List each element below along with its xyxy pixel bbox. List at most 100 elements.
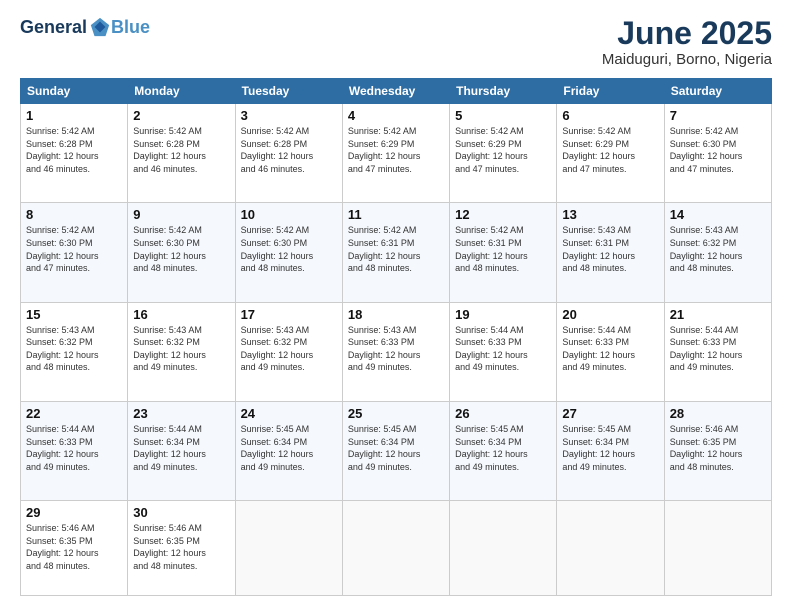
logo-general: General: [20, 17, 87, 38]
day-info: Sunrise: 5:44 AM Sunset: 6:33 PM Dayligh…: [670, 324, 766, 374]
day-number: 24: [241, 406, 337, 421]
day-number: 5: [455, 108, 551, 123]
day-info: Sunrise: 5:42 AM Sunset: 6:28 PM Dayligh…: [241, 125, 337, 175]
day-number: 6: [562, 108, 658, 123]
day-info: Sunrise: 5:44 AM Sunset: 6:33 PM Dayligh…: [26, 423, 122, 473]
day-info: Sunrise: 5:46 AM Sunset: 6:35 PM Dayligh…: [670, 423, 766, 473]
day-info: Sunrise: 5:43 AM Sunset: 6:32 PM Dayligh…: [26, 324, 122, 374]
day-info: Sunrise: 5:45 AM Sunset: 6:34 PM Dayligh…: [348, 423, 444, 473]
day-number: 25: [348, 406, 444, 421]
table-row: 13Sunrise: 5:43 AM Sunset: 6:31 PM Dayli…: [557, 203, 664, 302]
table-row: 1 Sunrise: 5:42 AM Sunset: 6:28 PM Daylig…: [21, 104, 128, 203]
day-number: 26: [455, 406, 551, 421]
table-row: 16 Sunrise: 5:43 AM Sunset: 6:32 PM Dayli…: [128, 302, 235, 401]
day-info: Sunrise: 5:42 AM Sunset: 6:31 PM Dayligh…: [455, 224, 551, 274]
day-info: Sunrise: 5:42 AM Sunset: 6:30 PM Dayligh…: [133, 224, 229, 274]
table-row: 27 Sunrise: 5:45 AM Sunset: 6:34 PM Dayli…: [557, 401, 664, 500]
table-row: 17 Sunrise: 5:43 AM Sunset: 6:32 PM Dayli…: [235, 302, 342, 401]
day-number: 17: [241, 307, 337, 322]
table-row: 2 Sunrise: 5:42 AM Sunset: 6:28 PM Daylig…: [128, 104, 235, 203]
day-number: 1: [26, 108, 122, 123]
table-row: 3 Sunrise: 5:42 AM Sunset: 6:28 PM Daylig…: [235, 104, 342, 203]
day-number: 29: [26, 505, 122, 520]
table-row: 22Sunrise: 5:44 AM Sunset: 6:33 PM Dayli…: [21, 401, 128, 500]
table-row: 28 Sunrise: 5:46 AM Sunset: 6:35 PM Dayli…: [664, 401, 771, 500]
table-row: [664, 501, 771, 596]
day-info: Sunrise: 5:43 AM Sunset: 6:32 PM Dayligh…: [133, 324, 229, 374]
day-number: 11: [348, 207, 444, 222]
table-row: 24 Sunrise: 5:45 AM Sunset: 6:34 PM Dayli…: [235, 401, 342, 500]
logo-blue: Blue: [111, 17, 150, 38]
day-info: Sunrise: 5:45 AM Sunset: 6:34 PM Dayligh…: [562, 423, 658, 473]
day-number: 3: [241, 108, 337, 123]
day-number: 27: [562, 406, 658, 421]
day-info: Sunrise: 5:45 AM Sunset: 6:34 PM Dayligh…: [241, 423, 337, 473]
day-info: Sunrise: 5:43 AM Sunset: 6:32 PM Dayligh…: [670, 224, 766, 274]
day-info: Sunrise: 5:42 AM Sunset: 6:28 PM Dayligh…: [133, 125, 229, 175]
table-row: [235, 501, 342, 596]
day-number: 14: [670, 207, 766, 222]
table-row: 20 Sunrise: 5:44 AM Sunset: 6:33 PM Dayli…: [557, 302, 664, 401]
day-info: Sunrise: 5:44 AM Sunset: 6:33 PM Dayligh…: [562, 324, 658, 374]
day-info: Sunrise: 5:45 AM Sunset: 6:34 PM Dayligh…: [455, 423, 551, 473]
table-row: 29 Sunrise: 5:46 AM Sunset: 6:35 PM Dayli…: [21, 501, 128, 596]
logo-icon: [89, 16, 111, 38]
table-row: 10 Sunrise: 5:42 AM Sunset: 6:30 PM Dayli…: [235, 203, 342, 302]
day-number: 20: [562, 307, 658, 322]
day-number: 19: [455, 307, 551, 322]
table-row: 23 Sunrise: 5:44 AM Sunset: 6:34 PM Dayli…: [128, 401, 235, 500]
day-number: 8: [26, 207, 122, 222]
day-number: 2: [133, 108, 229, 123]
table-row: 6 Sunrise: 5:42 AM Sunset: 6:29 PM Daylig…: [557, 104, 664, 203]
day-info: Sunrise: 5:42 AM Sunset: 6:29 PM Dayligh…: [562, 125, 658, 175]
table-row: 30 Sunrise: 5:46 AM Sunset: 6:35 PM Dayli…: [128, 501, 235, 596]
day-number: 30: [133, 505, 229, 520]
day-info: Sunrise: 5:43 AM Sunset: 6:33 PM Dayligh…: [348, 324, 444, 374]
day-number: 10: [241, 207, 337, 222]
day-info: Sunrise: 5:44 AM Sunset: 6:33 PM Dayligh…: [455, 324, 551, 374]
table-row: 11Sunrise: 5:42 AM Sunset: 6:31 PM Dayli…: [342, 203, 449, 302]
day-info: Sunrise: 5:42 AM Sunset: 6:30 PM Dayligh…: [241, 224, 337, 274]
logo: General Blue: [20, 16, 150, 38]
table-row: 26 Sunrise: 5:45 AM Sunset: 6:34 PM Dayli…: [450, 401, 557, 500]
day-info: Sunrise: 5:42 AM Sunset: 6:30 PM Dayligh…: [26, 224, 122, 274]
col-tuesday: Tuesday: [235, 79, 342, 104]
col-wednesday: Wednesday: [342, 79, 449, 104]
col-monday: Monday: [128, 79, 235, 104]
table-row: [557, 501, 664, 596]
table-row: 5 Sunrise: 5:42 AM Sunset: 6:29 PM Daylig…: [450, 104, 557, 203]
table-row: 25 Sunrise: 5:45 AM Sunset: 6:34 PM Dayli…: [342, 401, 449, 500]
title-block: June 2025 Maiduguri, Borno, Nigeria: [602, 16, 772, 68]
day-info: Sunrise: 5:46 AM Sunset: 6:35 PM Dayligh…: [133, 522, 229, 572]
day-number: 13: [562, 207, 658, 222]
location-title: Maiduguri, Borno, Nigeria: [602, 51, 772, 68]
day-number: 28: [670, 406, 766, 421]
table-row: 15Sunrise: 5:43 AM Sunset: 6:32 PM Dayli…: [21, 302, 128, 401]
table-row: [342, 501, 449, 596]
table-row: 4Sunrise: 5:42 AM Sunset: 6:29 PM Daylig…: [342, 104, 449, 203]
logo-text: General Blue: [20, 16, 150, 38]
day-number: 7: [670, 108, 766, 123]
calendar-header-row: Sunday Monday Tuesday Wednesday Thursday…: [21, 79, 772, 104]
table-row: 21 Sunrise: 5:44 AM Sunset: 6:33 PM Dayli…: [664, 302, 771, 401]
day-info: Sunrise: 5:43 AM Sunset: 6:32 PM Dayligh…: [241, 324, 337, 374]
table-row: [450, 501, 557, 596]
header: General Blue June 2025 Maiduguri, Borno, …: [20, 16, 772, 68]
day-number: 9: [133, 207, 229, 222]
page: General Blue June 2025 Maiduguri, Borno, …: [0, 0, 792, 612]
day-info: Sunrise: 5:44 AM Sunset: 6:34 PM Dayligh…: [133, 423, 229, 473]
col-saturday: Saturday: [664, 79, 771, 104]
col-thursday: Thursday: [450, 79, 557, 104]
day-number: 12: [455, 207, 551, 222]
day-number: 23: [133, 406, 229, 421]
table-row: 8 Sunrise: 5:42 AM Sunset: 6:30 PM Daylig…: [21, 203, 128, 302]
day-number: 16: [133, 307, 229, 322]
day-info: Sunrise: 5:42 AM Sunset: 6:28 PM Dayligh…: [26, 125, 122, 175]
day-info: Sunrise: 5:42 AM Sunset: 6:29 PM Dayligh…: [455, 125, 551, 175]
day-number: 4: [348, 108, 444, 123]
calendar-table: Sunday Monday Tuesday Wednesday Thursday…: [20, 78, 772, 596]
day-info: Sunrise: 5:46 AM Sunset: 6:35 PM Dayligh…: [26, 522, 122, 572]
table-row: 7Sunrise: 5:42 AM Sunset: 6:30 PM Daylig…: [664, 104, 771, 203]
day-number: 21: [670, 307, 766, 322]
table-row: 18Sunrise: 5:43 AM Sunset: 6:33 PM Dayli…: [342, 302, 449, 401]
